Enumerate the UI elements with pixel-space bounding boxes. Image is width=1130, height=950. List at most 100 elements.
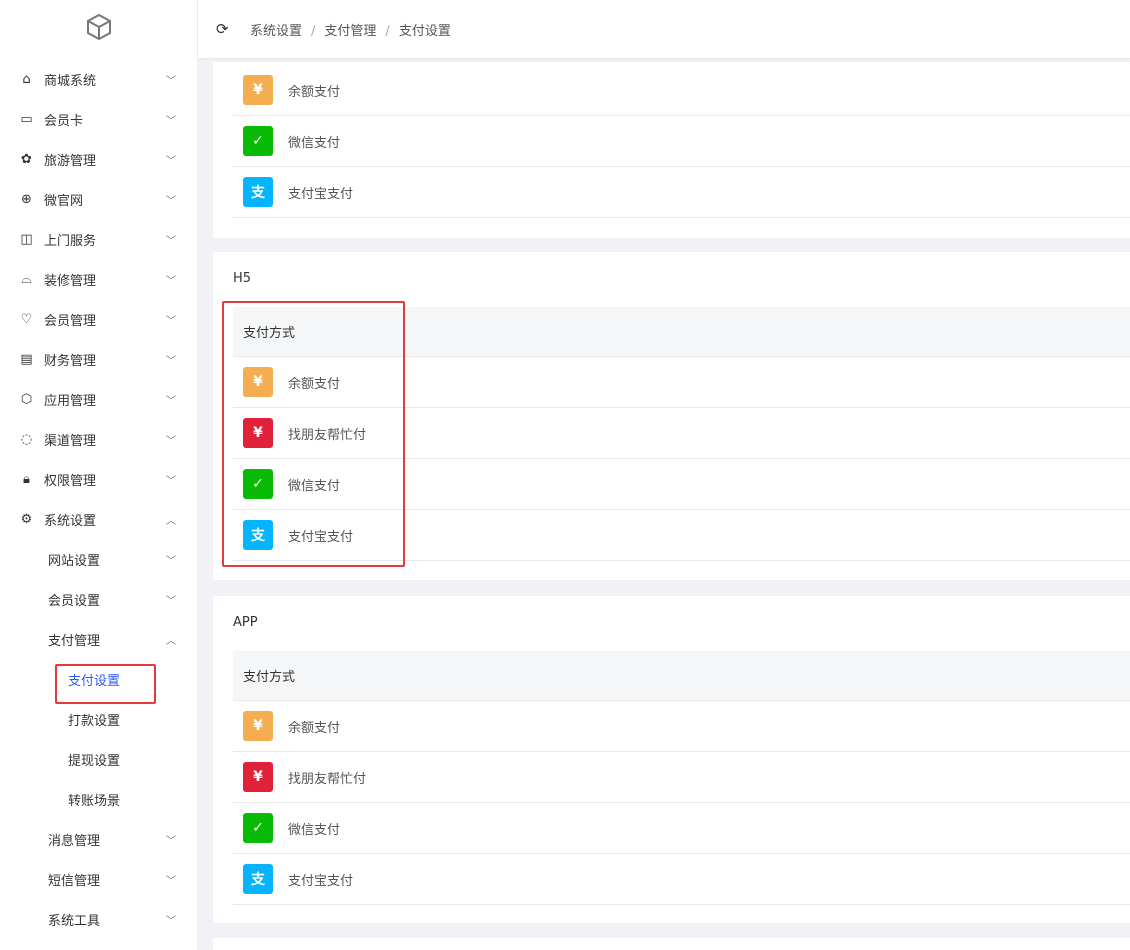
chevron-up-icon: ︿ — [166, 635, 176, 647]
chevron-down-icon: ﹀ — [166, 155, 176, 167]
table-row: ¥ 余额支付 — [233, 701, 1130, 752]
sidebar-item[interactable]: ♡ 会员管理 ﹀ — [0, 299, 198, 339]
table-row: 支支付宝支付 — [233, 854, 1130, 905]
sidebar-item-label: 渠道管理 — [44, 433, 97, 449]
lock-icon: 🔒︎ — [23, 471, 30, 487]
breadcrumb-item[interactable]: 系统设置 — [250, 24, 302, 39]
sidebar-item-label: 会员管理 — [44, 313, 97, 329]
sidebar-item[interactable]: ⌓ 装修管理 ﹀ — [0, 259, 198, 299]
section-title: APP — [233, 615, 258, 630]
table-row: ¥ 余额支付 — [233, 65, 1130, 116]
sidebar-item-label: 系统设置 — [44, 513, 97, 529]
payment-method-name: 找朋友帮忙付 — [288, 771, 367, 787]
alipay-icon: 支 — [243, 177, 273, 207]
section-card-partial — [213, 938, 1130, 950]
cube-icon: ⬡ — [20, 391, 33, 407]
sidebar-item[interactable]: 支付管理 ︿ — [0, 619, 198, 659]
payment-method-name: 余额支付 — [288, 720, 341, 736]
chevron-down-icon: ﹀ — [166, 195, 176, 207]
sidebar-item-label: 旅游管理 — [44, 153, 97, 169]
column-header: 支付方式 — [243, 670, 296, 685]
sidebar-item[interactable]: 短信管理 ﹀ — [0, 859, 198, 899]
chevron-up-icon: ︿ — [166, 515, 176, 527]
sidebar-item[interactable]: 🔒︎ 权限管理 ﹀ — [0, 459, 198, 499]
sidebar-item-label: 打款设置 — [68, 713, 121, 729]
table-row: ✓ 微信支付 — [233, 803, 1130, 854]
channel-icon: ◌ — [20, 431, 33, 447]
sidebar-item-label: 提现设置 — [68, 753, 121, 769]
globe-icon: ⊕ — [21, 191, 32, 207]
palm-tree-icon: ✿ — [21, 151, 32, 167]
alipay-icon: 支 — [243, 864, 273, 894]
chevron-down-icon: ﹀ — [166, 475, 176, 487]
sidebar-item[interactable]: 打款设置 — [0, 699, 198, 739]
sidebar-item[interactable]: ✿ 旅游管理 ﹀ — [0, 139, 198, 179]
sidebar-item-label: 商城系统 — [44, 73, 97, 89]
sidebar-item-label: 微官网 — [44, 193, 84, 209]
sidebar-item-label: 上门服务 — [44, 233, 97, 249]
finance-icon: ▤ — [20, 351, 33, 367]
breadcrumb-item: 支付设置 — [398, 23, 451, 39]
sidebar-item-label: 权限管理 — [44, 473, 97, 489]
gear-icon: ⚙ — [20, 511, 33, 527]
chevron-down-icon: ﹀ — [166, 315, 176, 327]
sidebar-item[interactable]: 网站设置 ﹀ — [0, 539, 198, 579]
header: ⟳ 系统设置 / 支付管理 / 支付设置 — [198, 0, 1130, 58]
chevron-down-icon: ﹀ — [166, 395, 176, 407]
sidebar-item-label: 系统工具 — [48, 913, 101, 929]
chevron-down-icon: ﹀ — [166, 355, 176, 367]
highlight-box-h5 — [222, 301, 405, 567]
payment-table: ¥ 余额支付 ✓ 微信支付支支付宝支付 — [233, 65, 1130, 218]
table-row: ✓ 微信支付 — [233, 116, 1130, 167]
payment-section-card: ¥ 余额支付 ✓ 微信支付支支付宝支付 — [213, 62, 1130, 238]
sidebar-item-label: 会员设置 — [48, 593, 101, 609]
decoration-icon: ⌓ — [21, 271, 32, 287]
wechat-icon: ✓ — [243, 813, 273, 843]
sidebar-item-label: 网站设置 — [48, 553, 101, 569]
chevron-down-icon: ﹀ — [166, 75, 176, 87]
sidebar-item[interactable]: 系统工具 ﹀ — [0, 899, 198, 939]
sidebar-item[interactable]: 转账场景 — [0, 779, 198, 819]
sidebar-item[interactable]: ⬡ 应用管理 ﹀ — [0, 379, 198, 419]
refresh-icon[interactable]: ⟳ — [216, 20, 229, 38]
sidebar-item-label: 消息管理 — [48, 833, 101, 849]
payment-section-card: APP 支付方式 ¥ 余额支付 ¥ 找朋友帮忙付 ✓ 微信支付支支付宝支付 — [213, 596, 1130, 923]
sidebar-item[interactable]: ⊕ 微官网 ﹀ — [0, 179, 198, 219]
sidebar-item[interactable]: ▤ 财务管理 ﹀ — [0, 339, 198, 379]
payment-method-name: 微信支付 — [288, 822, 341, 838]
sidebar-item[interactable]: ◌ 渠道管理 ﹀ — [0, 419, 198, 459]
payment-method-name: 余额支付 — [288, 84, 341, 100]
sidebar-item-label: 转账场景 — [68, 793, 121, 809]
chevron-down-icon: ﹀ — [166, 915, 176, 927]
member-card-icon: ▭ — [20, 111, 33, 127]
chevron-down-icon: ﹀ — [166, 435, 176, 447]
chevron-down-icon: ﹀ — [166, 875, 176, 887]
breadcrumb: 系统设置 / 支付管理 / 支付设置 — [250, 23, 451, 39]
sidebar-item[interactable]: 会员设置 ﹀ — [0, 579, 198, 619]
sidebar-item[interactable]: 消息管理 ﹀ — [0, 819, 198, 859]
sidebar-item-label: 支付管理 — [48, 633, 101, 649]
wechat-icon: ✓ — [243, 126, 273, 156]
shopping-bag-icon: ⌂ — [22, 71, 31, 87]
sidebar-item[interactable]: ▭ 会员卡 ﹀ — [0, 99, 198, 139]
sidebar-item-label: 应用管理 — [44, 393, 97, 409]
sidebar-item-label: 会员卡 — [44, 113, 84, 129]
table-row: ¥ 找朋友帮忙付 — [233, 752, 1130, 803]
section-title: H5 — [233, 271, 252, 286]
sidebar-item[interactable]: ◫ 上门服务 ﹀ — [0, 219, 198, 259]
chevron-down-icon: ﹀ — [166, 555, 176, 567]
chevron-down-icon: ﹀ — [166, 115, 176, 127]
sidebar-item[interactable]: ⌂ 商城系统 ﹀ — [0, 59, 198, 99]
door-icon: ◫ — [20, 231, 33, 247]
breadcrumb-item[interactable]: 支付管理 — [324, 24, 376, 39]
payment-method-name: 支付宝支付 — [288, 873, 354, 889]
chevron-down-icon: ﹀ — [166, 235, 176, 247]
highlight-box-menu — [55, 664, 156, 704]
sidebar-item[interactable]: ⚙ 系统设置 ︿ — [0, 499, 198, 539]
sidebar-item-label: 财务管理 — [44, 353, 97, 369]
chevron-down-icon: ﹀ — [166, 275, 176, 287]
diamond-icon: ♡ — [20, 311, 33, 327]
money-bag-icon: ¥ — [243, 711, 273, 741]
sidebar-item[interactable]: 提现设置 — [0, 739, 198, 779]
table-header: 支付方式 — [233, 651, 1130, 701]
